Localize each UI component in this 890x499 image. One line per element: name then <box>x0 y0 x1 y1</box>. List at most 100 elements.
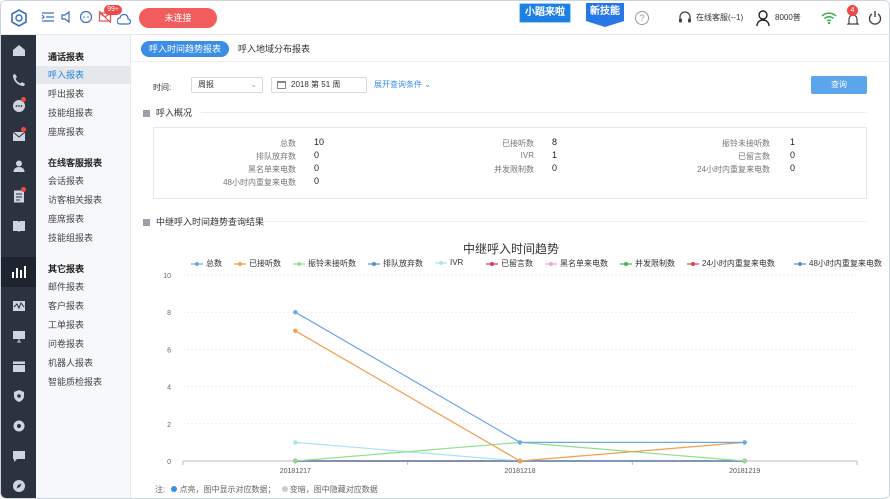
menu-item-agent-report[interactable]: 座席报表 <box>36 123 131 141</box>
menu-item-robot-report[interactable]: 机器人报表 <box>36 354 131 372</box>
menu-collapse-icon[interactable] <box>41 10 55 24</box>
promo-banner-new[interactable]: 小蹈来啦 <box>519 3 571 23</box>
menu-item-visitor-report[interactable]: 访客相关报表 <box>36 191 131 209</box>
calendar-icon <box>12 361 25 372</box>
data-point[interactable] <box>293 440 298 445</box>
main-content: 呼入时间趋势报表 呼入地域分布报表 时间: 周报 ⌄ 2018 第 51 周 展… <box>131 35 889 498</box>
legend-item[interactable]: IVR <box>435 258 463 267</box>
shield-icon <box>13 390 24 402</box>
nav-gear[interactable] <box>1 411 36 441</box>
legend-label: 已留言数 <box>501 259 533 268</box>
cloud-icon[interactable] <box>117 13 131 27</box>
speaker-icon[interactable] <box>60 10 74 24</box>
query-button[interactable]: 查询 <box>811 76 867 94</box>
nav-message[interactable] <box>1 441 36 471</box>
data-point[interactable] <box>517 440 523 445</box>
nav-book[interactable] <box>1 211 36 241</box>
help-icon[interactable]: ? <box>635 11 649 25</box>
nav-wave[interactable] <box>1 291 36 321</box>
chart-footnote: 注: 点亮，图中显示对应数据； 变暗，图中隐藏对应数据 <box>155 484 378 495</box>
legend-label: 48小时内重复来电数 <box>809 259 882 268</box>
menu-item-survey-report[interactable]: 问卷报表 <box>36 335 131 353</box>
legend-item[interactable]: 24小时内重复来电数 <box>687 258 775 269</box>
data-point[interactable] <box>293 458 298 464</box>
legend-swatch-icon <box>435 260 447 265</box>
legend-item[interactable]: 黑名单来电数 <box>545 258 608 269</box>
nav-home[interactable] <box>1 35 36 65</box>
summary-title-text: 呼入概况 <box>156 108 193 118</box>
monitor-icon <box>12 331 25 343</box>
y-tick-label: 8 <box>167 310 171 317</box>
nav-chat[interactable] <box>1 91 36 121</box>
nav-monitor[interactable] <box>1 321 36 351</box>
week-picker[interactable]: 2018 第 51 周 <box>271 77 367 93</box>
menu-group-call-reports: 通话报表 <box>48 52 85 62</box>
online-cs-status[interactable]: 在线客服(--1) <box>696 12 743 23</box>
menu-item-outbound-report[interactable]: 呼出报表 <box>36 85 131 103</box>
promo-badge-skills[interactable]: 新技能 <box>586 3 624 27</box>
data-point[interactable] <box>742 458 747 464</box>
legend-item[interactable]: 总数 <box>191 258 222 269</box>
summary-value: 8 <box>552 137 558 147</box>
agent-avatar-icon[interactable] <box>755 9 771 27</box>
footnote-prefix: 注: <box>155 485 166 494</box>
menu-item-inbound-report[interactable]: 呼入报表 <box>36 66 131 84</box>
menu-item-email-report[interactable]: 邮件报表 <box>36 278 131 296</box>
data-point[interactable] <box>742 440 747 445</box>
dim-dot-icon <box>281 486 288 492</box>
legend-item[interactable]: 并发限制数 <box>620 258 675 269</box>
nav-calendar[interactable] <box>1 351 36 381</box>
chat-bubble-icon[interactable] <box>79 10 93 24</box>
unread-dot <box>21 97 26 102</box>
nav-report[interactable] <box>1 257 36 287</box>
expand-filters-label: 展开查询条件 <box>374 80 422 89</box>
legend-swatch-icon <box>191 261 203 266</box>
time-filter-label: 时间: <box>153 83 172 92</box>
nav-mail[interactable] <box>1 121 36 151</box>
legend-item[interactable]: 排队放弃数 <box>368 258 423 269</box>
summary-label: 黑名单来电数 <box>248 165 296 174</box>
legend-item[interactable]: 已接听数 <box>234 258 281 269</box>
nav-shield[interactable] <box>1 381 36 411</box>
data-point[interactable] <box>293 328 298 333</box>
week-picker-value: 2018 第 51 周 <box>291 80 341 89</box>
summary-label: 48小时内重复来电数 <box>223 178 296 187</box>
nav-user[interactable] <box>1 151 36 181</box>
extension-status[interactable]: 8000普 <box>775 12 801 23</box>
data-point[interactable] <box>517 458 523 464</box>
menu-item-online-agent-report[interactable]: 座席报表 <box>36 210 131 228</box>
legend-item[interactable]: 振铃未接听数 <box>293 258 356 269</box>
power-icon[interactable] <box>867 10 883 26</box>
menu-item-skill-group-report[interactable]: 技能组报表 <box>36 104 131 122</box>
period-select[interactable]: 周报 ⌄ <box>191 77 263 93</box>
headset-icon[interactable] <box>677 10 693 26</box>
nav-compass[interactable] <box>1 471 36 498</box>
legend-item[interactable]: 已留言数 <box>486 258 533 269</box>
menu-item-ticket-report[interactable]: 工单报表 <box>36 316 131 334</box>
data-point[interactable] <box>293 310 298 315</box>
legend-label: 总数 <box>206 259 222 268</box>
result-title-text: 中继呼入时间趋势查询结果 <box>156 217 265 227</box>
period-select-value: 周报 <box>198 80 214 89</box>
nav-clipboard[interactable] <box>1 181 36 211</box>
menu-group-other-reports: 其它报表 <box>48 264 85 274</box>
top-bar: 99+ 未连接 小蹈来啦 新技能 ? 在线客服(--1) 8000普 4 <box>1 1 889 35</box>
legend-item[interactable]: 48小时内重复来电数 <box>794 258 882 269</box>
menu-item-online-skill-group-report[interactable]: 技能组报表 <box>36 229 131 247</box>
expand-filters-link[interactable]: 展开查询条件 ⌄ <box>374 79 431 90</box>
summary-label: 并发限制数 <box>494 165 534 174</box>
tab-inbound-trend[interactable]: 呼入时间趋势报表 <box>141 41 230 57</box>
section-divider <box>261 221 867 222</box>
legend-swatch-icon <box>234 261 246 266</box>
user-icon <box>13 160 24 172</box>
book-icon <box>12 221 25 232</box>
tab-inbound-region[interactable]: 呼入地域分布报表 <box>230 41 318 57</box>
summary-value: 0 <box>314 176 320 186</box>
menu-item-session-report[interactable]: 会话报表 <box>36 172 131 190</box>
menu-item-quality-report[interactable]: 智能质检报表 <box>36 373 131 391</box>
chart-legend: 总数 已接听数 振铃未接听数 排队放弃数 IVR 已留言数 黑名单来电数 并发限制数 24小时内… <box>191 258 889 270</box>
menu-item-customer-report[interactable]: 客户报表 <box>36 297 131 315</box>
footnote-dim-text: 变暗，图中隐藏对应数据 <box>289 485 378 494</box>
connection-status-button[interactable]: 未连接 <box>139 8 217 28</box>
lit-dot-icon <box>171 486 178 492</box>
